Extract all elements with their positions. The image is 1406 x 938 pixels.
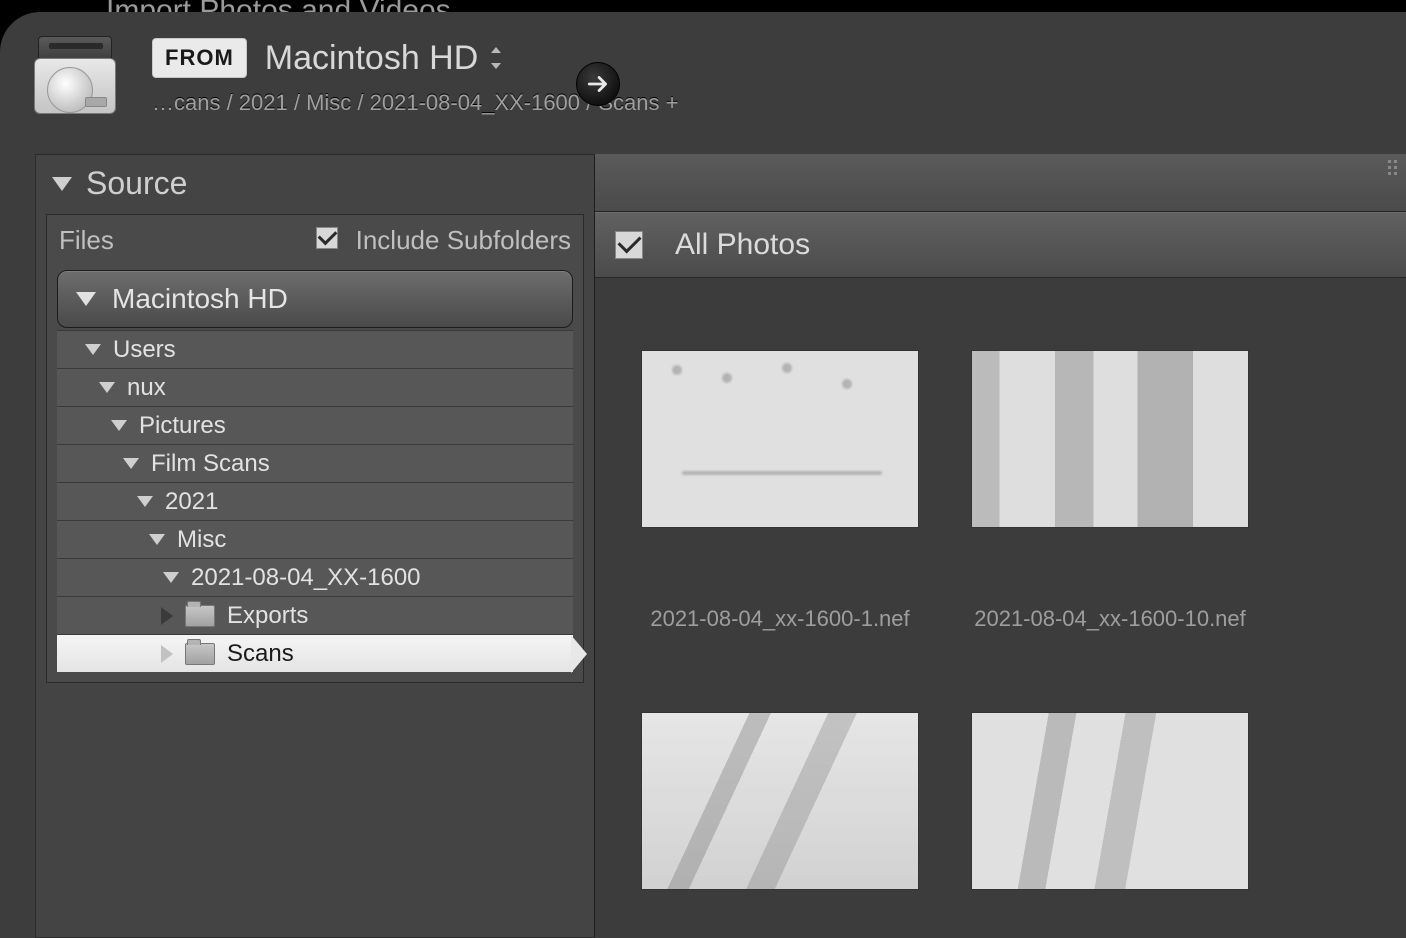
disclosure-down-icon[interactable] — [163, 572, 179, 583]
arrow-right-icon — [585, 71, 611, 97]
folder-label: Misc — [177, 526, 226, 554]
thumbnail-cell[interactable] — [615, 712, 945, 890]
source-panel: Source Files Include Subfolders Macintos… — [35, 154, 595, 938]
main-area: Source Files Include Subfolders Macintos… — [35, 154, 1406, 938]
source-panel-header[interactable]: Source — [36, 155, 594, 214]
content-area: All Photos 2021-08-04_xx-1600-1.nef 2021… — [595, 154, 1406, 938]
folder-row-2021[interactable]: 2021 — [57, 482, 573, 520]
thumbnail-image — [971, 712, 1249, 890]
thumbnail-image — [641, 350, 919, 528]
thumbnail-filename: 2021-08-04_xx-1600-10.nef — [974, 606, 1246, 632]
thumbnail-image — [971, 350, 1249, 528]
import-dialog: FROM Macintosh HD …cans / 2021 / Misc / … — [0, 12, 1406, 938]
source-panel-body: Files Include Subfolders Macintosh HD Us… — [46, 214, 584, 683]
folder-row-film-scans[interactable]: Film Scans — [57, 444, 573, 482]
from-header: FROM Macintosh HD …cans / 2021 / Misc / … — [0, 12, 1406, 142]
checkbox-checked-icon[interactable] — [615, 231, 643, 259]
folder-label: 2021-08-04_XX-1600 — [191, 564, 421, 592]
source-drive-dropdown[interactable]: Macintosh HD — [265, 39, 505, 78]
folder-icon — [185, 605, 215, 627]
disclosure-down-icon[interactable] — [149, 534, 165, 545]
thumbnail-cell[interactable]: 2021-08-04_xx-1600-1.nef — [615, 350, 945, 632]
checkbox-checked-icon — [316, 227, 338, 249]
disclosure-down-icon[interactable] — [99, 382, 115, 393]
content-toolbar — [595, 154, 1406, 212]
files-label: Files — [59, 225, 114, 256]
folder-label: Scans — [227, 640, 294, 668]
folder-row-scans[interactable]: Scans — [57, 634, 573, 672]
all-photos-label: All Photos — [675, 228, 810, 262]
folder-tree: Users nux Pictures Film Scans 2021 Misc 2021-0… — [57, 330, 573, 672]
volume-label: Macintosh HD — [112, 283, 288, 315]
disclosure-right-icon[interactable] — [161, 645, 173, 663]
include-subfolders-toggle[interactable]: Include Subfolders — [316, 225, 571, 256]
folder-label: Pictures — [139, 412, 226, 440]
thumbnail-filename: 2021-08-04_xx-1600-1.nef — [650, 606, 909, 632]
folder-row-nux[interactable]: nux — [57, 368, 573, 406]
folder-row-misc[interactable]: Misc — [57, 520, 573, 558]
folder-label: Exports — [227, 602, 308, 630]
folder-label: Film Scans — [151, 450, 270, 478]
proceed-arrow-button[interactable] — [576, 62, 620, 106]
disclosure-down-icon — [76, 292, 96, 306]
thumbnail-grid: 2021-08-04_xx-1600-1.nef 2021-08-04_xx-1… — [595, 278, 1406, 890]
disclosure-right-icon[interactable] — [161, 607, 173, 625]
thumbnail-cell[interactable]: 2021-08-04_xx-1600-10.nef — [945, 350, 1275, 632]
from-badge: FROM — [152, 38, 247, 78]
thumbnail-cell[interactable] — [1275, 712, 1406, 890]
files-row: Files Include Subfolders — [47, 215, 583, 270]
folder-row-2021-08-04-xx-1600[interactable]: 2021-08-04_XX-1600 — [57, 558, 573, 596]
disclosure-down-icon[interactable] — [111, 420, 127, 431]
thumbnail-cell[interactable] — [945, 712, 1275, 890]
drag-handle-icon[interactable] — [1388, 160, 1400, 175]
source-panel-title: Source — [86, 165, 187, 202]
folder-row-pictures[interactable]: Pictures — [57, 406, 573, 444]
folder-row-exports[interactable]: Exports — [57, 596, 573, 634]
all-photos-bar[interactable]: All Photos — [595, 212, 1406, 278]
disclosure-down-icon[interactable] — [137, 496, 153, 507]
disclosure-down-icon[interactable] — [85, 344, 101, 355]
disclosure-down-icon[interactable] — [123, 458, 139, 469]
disclosure-down-icon — [52, 177, 72, 191]
folder-icon — [185, 643, 215, 665]
folder-label: nux — [127, 374, 166, 402]
dropdown-caret-icon — [488, 47, 504, 69]
folder-row-users[interactable]: Users — [57, 330, 573, 368]
hard-drive-icon — [34, 36, 116, 118]
volume-row[interactable]: Macintosh HD — [57, 270, 573, 328]
folder-label: Users — [113, 336, 176, 364]
folder-label: 2021 — [165, 488, 218, 516]
thumbnail-cell[interactable]: 2021- — [1275, 350, 1406, 632]
thumbnail-image — [641, 712, 919, 890]
